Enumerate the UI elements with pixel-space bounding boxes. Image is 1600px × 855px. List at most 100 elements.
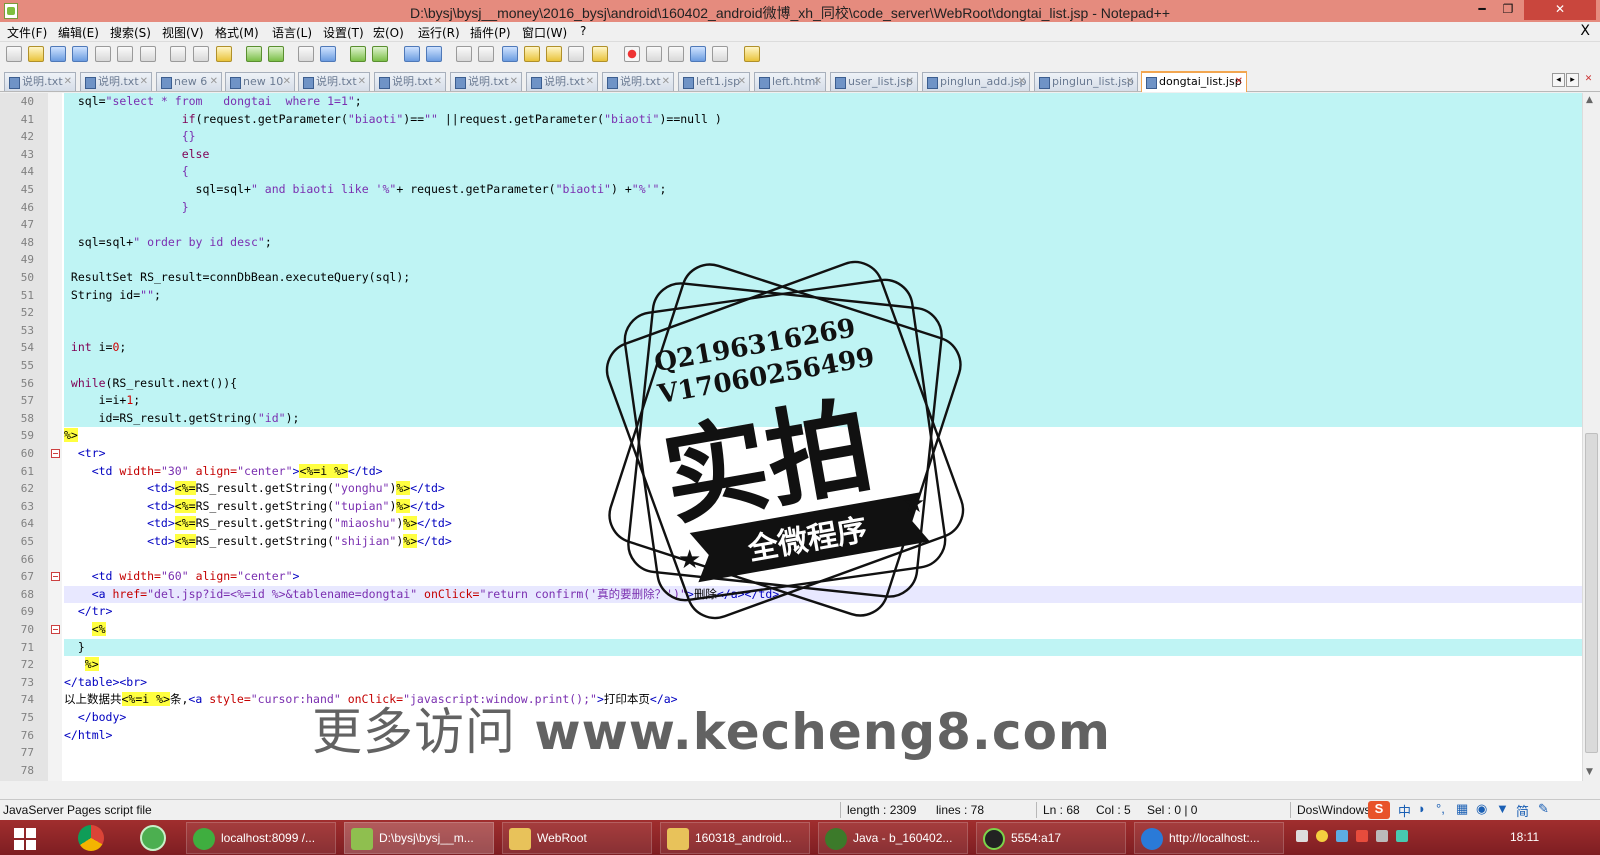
zoom-in-icon[interactable] — [350, 46, 366, 62]
code-line[interactable]: 58 id=RS_result.getString("id"); — [0, 409, 1582, 428]
ime-user-icon[interactable]: ◉ — [1476, 801, 1487, 817]
code-line[interactable]: 63 <td><%=RS_result.getString("tupian")%… — [0, 498, 1582, 516]
tab-shuoming-6[interactable]: 说明.txt ✕ — [526, 72, 598, 91]
tab-close-icon[interactable]: ✕ — [210, 73, 218, 90]
tab-shuoming-4[interactable]: 说明.txt ✕ — [374, 72, 446, 91]
tab-close-icon[interactable]: ✕ — [814, 73, 822, 90]
tab-left1-jsp[interactable]: left1.jsp ✕ — [678, 72, 750, 91]
taskbar-item-notepad[interactable]: D:\bysj\bysj__m... — [344, 822, 494, 854]
code-line[interactable]: 49 — [0, 251, 1582, 269]
code-line[interactable]: 65 <td><%=RS_result.getString("shijian")… — [0, 533, 1582, 551]
tab-user-list-jsp[interactable]: user_list.jsp ✕ — [830, 72, 918, 91]
paste-icon[interactable] — [216, 46, 232, 62]
taskbar-item-ie[interactable]: http://localhost:... — [1134, 822, 1284, 854]
code-line[interactable]: 47 — [0, 216, 1582, 234]
taskbar-item-folder-160318[interactable]: 160318_android... — [660, 822, 810, 854]
folder-as-workspace-icon[interactable] — [592, 46, 608, 62]
redo-icon[interactable] — [268, 46, 284, 62]
taskbar-item-java[interactable]: Java - b_160402... — [818, 822, 968, 854]
tab-close-icon[interactable]: ✕ — [510, 73, 518, 90]
code-line[interactable]: 40 sql="select * from dongtai where 1=1"… — [0, 93, 1582, 111]
code-line[interactable]: 41 if(request.getParameter("biaoti")==""… — [0, 110, 1582, 129]
ime-keyboard-icon[interactable]: ▦ — [1456, 801, 1468, 817]
menu-window[interactable]: 窗口(W) — [522, 24, 567, 41]
tab-shuoming-7[interactable]: 说明.txt ✕ — [602, 72, 674, 91]
code-line[interactable]: 52 — [0, 304, 1582, 322]
fold-toggle-icon[interactable] — [51, 449, 60, 458]
windows-start-icon[interactable] — [14, 828, 36, 850]
tab-shuoming-5[interactable]: 说明.txt ✕ — [450, 72, 522, 91]
menu-file[interactable]: 文件(F) — [7, 24, 47, 41]
code-line[interactable]: 45 sql=sql+" and biaoti like '%"+ reques… — [0, 181, 1582, 199]
menu-search[interactable]: 搜索(S) — [110, 24, 151, 41]
save-macro-icon[interactable] — [712, 46, 728, 62]
code-line[interactable]: 53 — [0, 321, 1582, 340]
tray-app-icon[interactable] — [1396, 830, 1408, 842]
menu-help[interactable]: ? — [580, 24, 586, 38]
function-list-icon[interactable] — [568, 46, 584, 62]
open-file-icon[interactable] — [28, 46, 44, 62]
close-all-icon[interactable] — [117, 46, 133, 62]
tab-dongtai-list-jsp[interactable]: dongtai_list.jsp ✕ — [1141, 71, 1247, 92]
code-line[interactable]: 46 } — [0, 198, 1582, 217]
tray-app-icon[interactable] — [1316, 830, 1328, 842]
menu-edit[interactable]: 编辑(E) — [58, 24, 99, 41]
code-line[interactable]: 50 ResultSet RS_result=connDbBean.execut… — [0, 269, 1582, 287]
menu-settings[interactable]: 设置(T) — [323, 24, 364, 41]
code-line[interactable]: 72 %> — [0, 656, 1582, 674]
code-line[interactable]: 48 sql=sql+" order by id desc"; — [0, 233, 1582, 252]
ime-halfwidth-icon[interactable]: ◗ — [1418, 801, 1426, 816]
copy-icon[interactable] — [193, 46, 209, 62]
minimize-button[interactable]: ━ — [1470, 0, 1494, 20]
tab-close-icon[interactable]: ✕ — [1018, 73, 1026, 90]
indent-guide-icon[interactable] — [502, 46, 518, 62]
code-line[interactable]: 68 <a href="del.jsp?id=<%=id %>&tablenam… — [0, 585, 1582, 604]
new-file-icon[interactable] — [6, 46, 22, 62]
status-eol-format[interactable]: Dos\Windows — [1297, 803, 1370, 817]
code-line[interactable]: 51 String id=""; — [0, 286, 1582, 305]
tab-close-icon[interactable]: ✕ — [64, 73, 72, 90]
undo-icon[interactable] — [246, 46, 262, 62]
tray-volume-icon[interactable] — [1376, 830, 1388, 842]
tab-pinglun-add-jsp[interactable]: pinglun_add.jsp ✕ — [922, 72, 1030, 91]
code-line[interactable]: 62 <td><%=RS_result.getString("yonghu")%… — [0, 480, 1582, 498]
run-macro-multiple-icon[interactable] — [690, 46, 706, 62]
app-launcher-icon[interactable] — [140, 825, 166, 851]
tab-close-icon[interactable]: ✕ — [738, 73, 746, 90]
cut-icon[interactable] — [170, 46, 186, 62]
menu-format[interactable]: 格式(M) — [215, 24, 259, 41]
scroll-up-arrow-icon[interactable]: ▲ — [1586, 95, 1593, 105]
taskbar-item-emulator[interactable]: 5554:a17 — [976, 822, 1126, 854]
zoom-out-icon[interactable] — [372, 46, 388, 62]
ime-sogou-icon[interactable]: S — [1368, 801, 1390, 819]
code-line[interactable]: 60 <tr> — [0, 445, 1582, 463]
taskbar-clock[interactable]: 18:11 — [1510, 830, 1539, 844]
tab-close-icon[interactable]: ✕ — [1235, 73, 1243, 90]
close-window-button[interactable]: ✕ — [1524, 0, 1596, 20]
taskbar-item-localhost[interactable]: localhost:8099 /... — [186, 822, 336, 854]
code-line[interactable]: 78 — [0, 762, 1582, 780]
tab-pinglun-list-jsp[interactable]: pinglun_list.jsp ✕ — [1034, 72, 1138, 91]
close-document-button[interactable]: X — [1580, 23, 1590, 39]
code-line[interactable]: 67 <td width="60" align="center"> — [0, 568, 1582, 586]
menu-macro[interactable]: 宏(O) — [373, 24, 404, 41]
sync-vertical-icon[interactable] — [404, 46, 420, 62]
menu-language[interactable]: 语言(L) — [272, 24, 312, 41]
ime-tools-icon[interactable]: ✎ — [1538, 801, 1549, 817]
menu-run[interactable]: 运行(R) — [418, 24, 460, 41]
close-file-icon[interactable] — [95, 46, 111, 62]
fold-toggle-icon[interactable] — [51, 625, 60, 634]
code-line[interactable]: 44 { — [0, 163, 1582, 181]
horizontal-scrollbar[interactable] — [0, 781, 1582, 787]
tab-close-icon[interactable]: ✕ — [906, 73, 914, 90]
chrome-icon[interactable] — [78, 825, 104, 851]
save-icon[interactable] — [50, 46, 66, 62]
restore-button[interactable]: ❐ — [1496, 0, 1520, 20]
code-line[interactable]: 56 while(RS_result.next()){ — [0, 374, 1582, 393]
tab-close-icon[interactable]: ✕ — [434, 73, 442, 90]
stop-macro-icon[interactable] — [646, 46, 662, 62]
scrollbar-thumb[interactable] — [1585, 433, 1598, 753]
code-line[interactable]: 59 %> — [0, 427, 1582, 445]
code-line[interactable]: 64 <td><%=RS_result.getString("miaoshu")… — [0, 515, 1582, 533]
tab-close-icon[interactable]: ✕ — [140, 73, 148, 90]
